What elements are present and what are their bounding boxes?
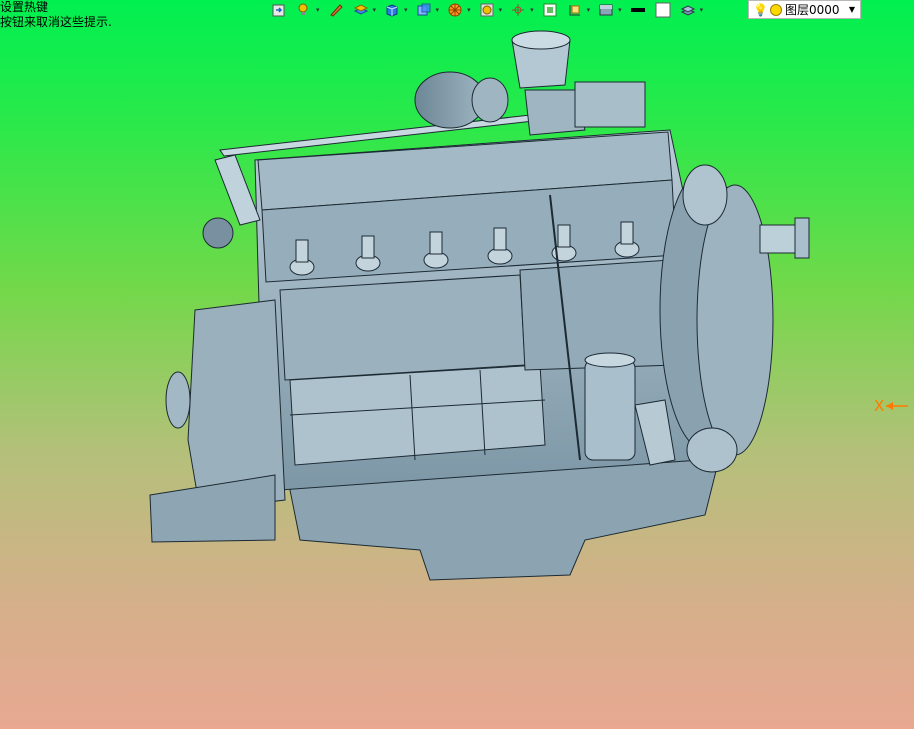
chevron-down-icon[interactable]: ▾ <box>373 6 377 14</box>
sphere-icon[interactable] <box>476 1 498 19</box>
wheel-icon[interactable] <box>444 1 466 19</box>
line-color-icon[interactable] <box>627 1 649 19</box>
light-bulb-icon[interactable]: 💡 <box>753 3 768 17</box>
chevron-down-icon[interactable]: ▾ <box>404 6 408 14</box>
pen-icon[interactable] <box>325 1 347 19</box>
chevron-down-icon[interactable]: ▼ <box>849 5 855 14</box>
engine-3d-model[interactable] <box>0 20 914 729</box>
light-bulb-icon[interactable] <box>293 1 315 19</box>
layer-select[interactable]: 💡 图层0000 ▼ <box>748 0 861 19</box>
main-toolbar: ▾ ▾ ▾ ▾ ▾ ▾ ▾ ▾ ▾ ▾ <box>268 0 705 20</box>
move-axis-icon[interactable] <box>507 1 529 19</box>
chevron-down-icon[interactable]: ▾ <box>530 6 534 14</box>
chevron-down-icon[interactable]: ▾ <box>700 6 704 14</box>
chevron-down-icon[interactable]: ▾ <box>467 6 471 14</box>
layer-select-value: 图层0000 <box>784 3 840 17</box>
view-cube-icon[interactable] <box>413 1 435 19</box>
chevron-down-icon[interactable]: ▾ <box>499 6 503 14</box>
layer-block-icon[interactable] <box>350 1 372 19</box>
axis-label: X <box>874 397 885 415</box>
render-mode-icon[interactable] <box>595 1 617 19</box>
blue-box-icon[interactable] <box>381 1 403 19</box>
chevron-down-icon[interactable]: ▾ <box>618 6 622 14</box>
fill-color-icon[interactable] <box>652 1 674 19</box>
chevron-down-icon[interactable]: ▾ <box>436 6 440 14</box>
layer-stack-icon[interactable] <box>677 1 699 19</box>
layer-color-dot <box>769 3 782 16</box>
section-icon[interactable] <box>564 1 586 19</box>
x-axis-indicator: X <box>874 397 910 415</box>
chevron-down-icon[interactable]: ▾ <box>587 6 591 14</box>
axis-arrow-icon <box>886 402 909 410</box>
hint-line-1: 设置热键 <box>0 0 49 14</box>
chevron-down-icon[interactable]: ▾ <box>316 6 320 14</box>
open-file-icon[interactable] <box>268 1 290 19</box>
fit-view-icon[interactable] <box>539 1 561 19</box>
